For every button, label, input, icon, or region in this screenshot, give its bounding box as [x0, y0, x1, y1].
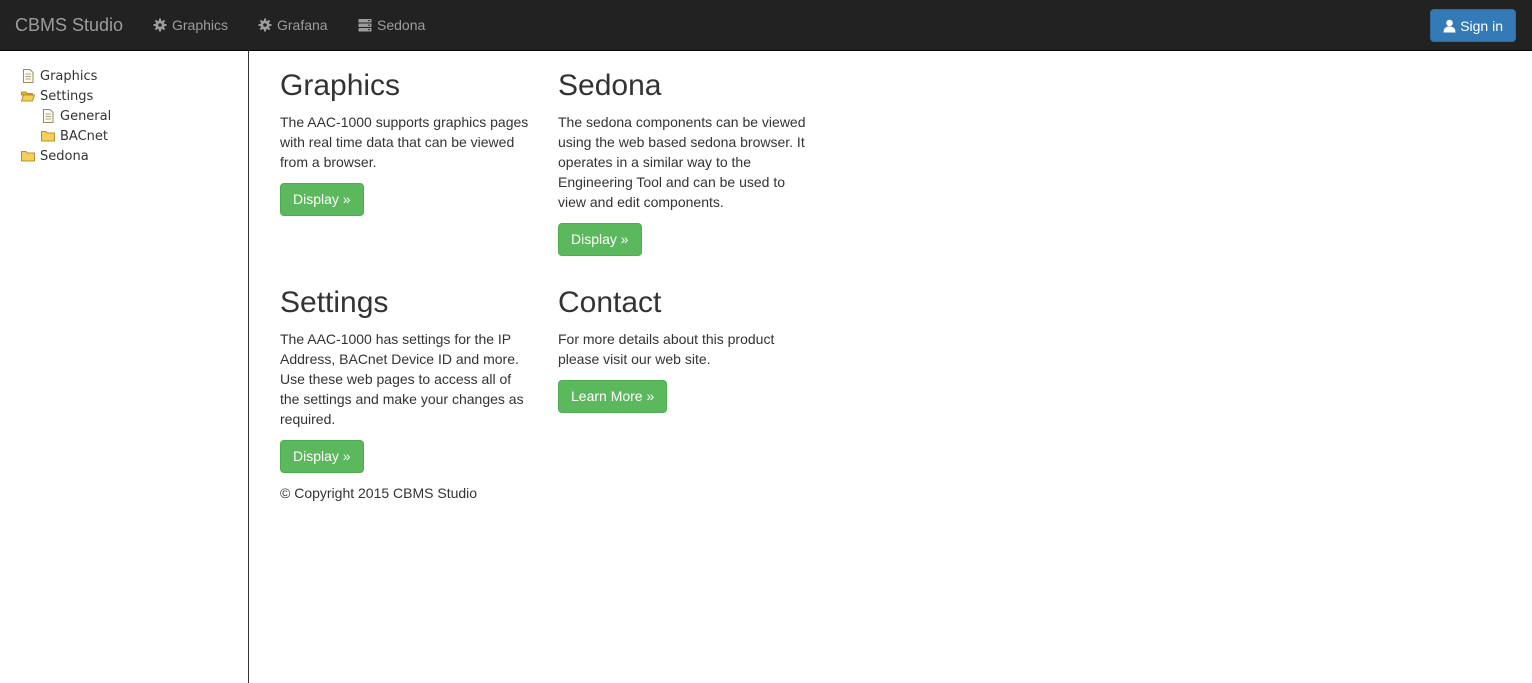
tree-item-label: Settings [40, 88, 94, 104]
tree-item-label: Graphics [40, 68, 98, 84]
tree-item-general[interactable]: General [41, 106, 111, 126]
tree-item-label: BACnet [60, 128, 108, 144]
section-title: Sedona [558, 69, 662, 102]
main-content: Graphics The AAC-1000 supports graphics … [250, 51, 1532, 683]
tree-item-label: General [60, 108, 112, 124]
learn-more-button[interactable]: Learn More » [558, 380, 668, 413]
folder-icon [21, 149, 35, 163]
section-text: The sedona components can be viewed usin… [558, 114, 806, 210]
section-contact: Contact For more details about this prod… [558, 285, 808, 413]
section-title: Settings [280, 286, 389, 319]
file-icon [41, 109, 55, 123]
section-title: Graphics [280, 69, 401, 102]
nav-grafana-label: Grafana [277, 17, 328, 33]
tree-item-settings[interactable]: Settings [21, 86, 93, 106]
sign-in-label: Sign in [1460, 17, 1503, 34]
server-icon [358, 18, 372, 32]
top-navbar: CBMS Studio Graphics Grafana Sedona Sign… [0, 0, 1532, 51]
nav-sedona-label: Sedona [377, 17, 426, 33]
nav-grafana[interactable]: Grafana [258, 15, 328, 35]
section-text: For more details about this product plea… [558, 331, 775, 367]
graphics-display-button[interactable]: Display » [280, 183, 364, 216]
nav-graphics-label: Graphics [172, 17, 229, 33]
section-settings: Settings The AAC-1000 has settings for t… [280, 285, 530, 473]
brand-link[interactable]: CBMS Studio [15, 14, 123, 36]
tree-item-sedona[interactable]: Sedona [21, 146, 89, 166]
copyright-footer: © Copyright 2015 CBMS Studio [280, 485, 478, 501]
section-text: The AAC-1000 has settings for the IP Add… [280, 331, 524, 427]
tree-item-label: Sedona [40, 148, 89, 164]
user-icon [1443, 19, 1456, 33]
sidebar-tree: Graphics Settings General BACnet Sedona [0, 51, 249, 683]
settings-display-button[interactable]: Display » [280, 440, 364, 473]
tree-item-bacnet[interactable]: BACnet [41, 126, 108, 146]
sedona-display-button[interactable]: Display » [558, 223, 642, 256]
sign-in-button[interactable]: Sign in [1430, 9, 1516, 42]
folder-open-icon [21, 89, 35, 103]
file-icon [21, 69, 35, 83]
gear-icon [153, 18, 167, 32]
nav-graphics[interactable]: Graphics [153, 15, 228, 35]
nav-sedona[interactable]: Sedona [358, 15, 425, 35]
section-title: Contact [558, 286, 662, 319]
folder-icon [41, 129, 55, 143]
section-text: The AAC-1000 supports graphics pages wit… [280, 114, 529, 170]
gear-icon [258, 18, 272, 32]
section-graphics: Graphics The AAC-1000 supports graphics … [280, 68, 530, 216]
section-sedona: Sedona The sedona components can be view… [558, 68, 808, 256]
tree-item-graphics[interactable]: Graphics [21, 66, 97, 86]
